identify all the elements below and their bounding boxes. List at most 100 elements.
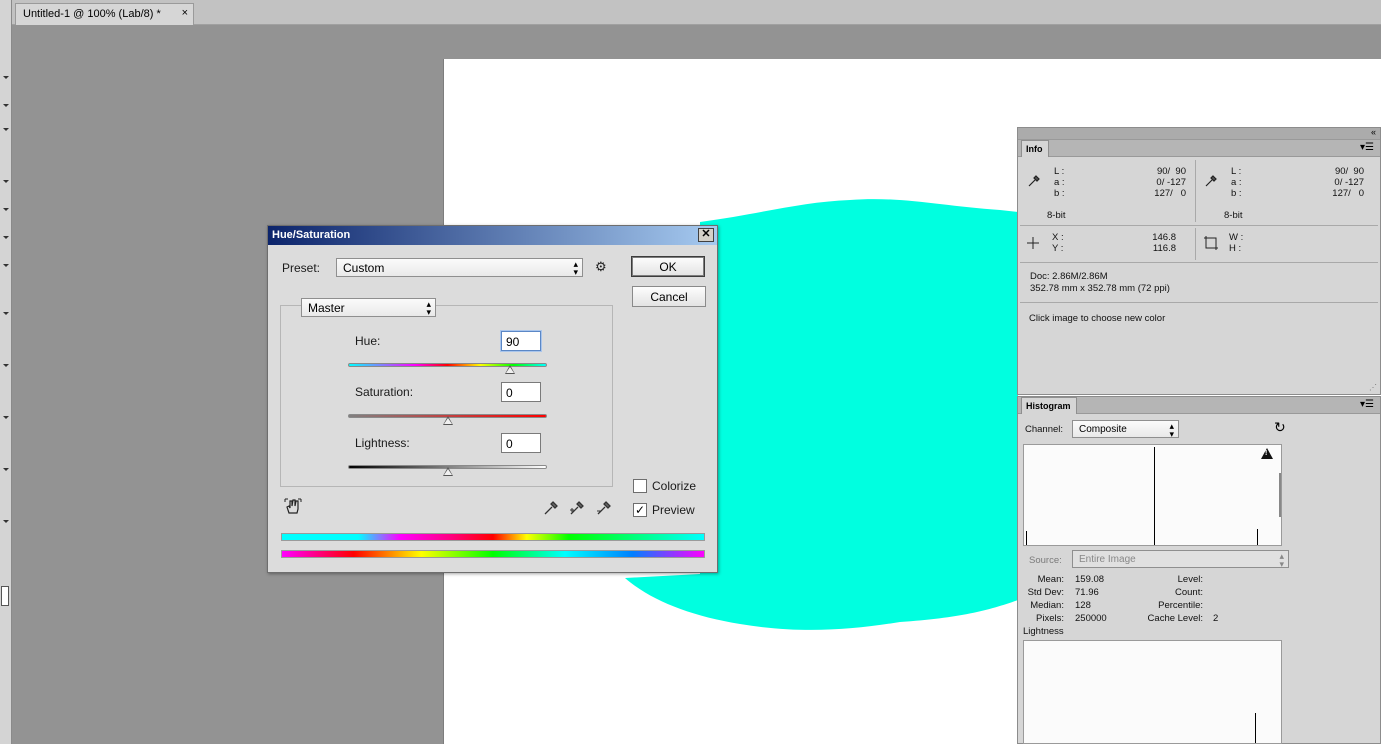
- crosshair-icon: [1027, 237, 1039, 249]
- divider: [1020, 302, 1378, 303]
- histogram-source-select: Entire Image ▴ ▾: [1072, 550, 1289, 569]
- info-y-value: 116.8: [1152, 243, 1176, 254]
- lightness-input[interactable]: 0: [501, 433, 541, 453]
- divider: [1195, 160, 1196, 222]
- cancel-button[interactable]: Cancel: [632, 286, 706, 307]
- median-value: 128: [1075, 600, 1091, 611]
- histogram-graph: !: [1023, 444, 1282, 546]
- eyedropper-subtract-icon[interactable]: [595, 499, 613, 517]
- cache-level-label: Cache Level:: [1147, 613, 1203, 624]
- info-tab-strip: Info ▾☰: [1018, 140, 1380, 157]
- std-dev-value: 71.96: [1075, 587, 1099, 598]
- original-color-bar: [281, 550, 705, 558]
- tab-info[interactable]: Info: [1021, 140, 1049, 157]
- saturation-input[interactable]: 0: [501, 382, 541, 402]
- histogram-panel: Histogram ▾☰ Channel: Composite ▴ ▾ ↻ ! S…: [1017, 396, 1381, 744]
- mean-value: 159.08: [1075, 574, 1105, 585]
- preset-label: Preset:: [282, 261, 321, 275]
- hue-slider-track[interactable]: [348, 363, 547, 367]
- doc-dimensions: 352.78 mm x 352.78 mm (72 ppi): [1030, 283, 1170, 294]
- warning-glyph: !: [1265, 450, 1268, 457]
- info-y-label: Y :: [1052, 243, 1064, 254]
- histogram-channel-select[interactable]: Composite ▴ ▾: [1072, 420, 1179, 439]
- panel-menu-icon[interactable]: ▾☰: [1360, 399, 1374, 410]
- panel-menu-icon[interactable]: ▾☰: [1360, 142, 1374, 153]
- info-a-value: 0/ -127: [1156, 177, 1186, 188]
- pixels-value: 250000: [1075, 613, 1107, 624]
- hue-input[interactable]: 90: [501, 331, 541, 351]
- updown-arrow-icon: ▴ ▾: [1169, 421, 1174, 439]
- preset-value: Custom: [343, 261, 385, 275]
- panel-header: «: [1018, 127, 1380, 140]
- info-a-label: a :: [1231, 177, 1242, 188]
- tab-histogram[interactable]: Histogram: [1021, 397, 1077, 414]
- dialog-titlebar[interactable]: Hue/Saturation ✕: [268, 226, 717, 245]
- lightness-histogram-graph: [1023, 640, 1282, 744]
- dialog-title: Hue/Saturation: [272, 229, 351, 241]
- divider: [1195, 228, 1196, 260]
- median-label: Median:: [1030, 600, 1064, 611]
- channel-select[interactable]: Master ▴ ▾: [301, 298, 436, 317]
- resize-grip-icon[interactable]: ⋰: [1369, 383, 1377, 392]
- targeted-adjustment-hand-icon[interactable]: [283, 497, 303, 517]
- info-x-label: X :: [1052, 232, 1064, 243]
- mean-label: Mean:: [1037, 574, 1064, 585]
- std-dev-label: Std Dev:: [1027, 587, 1064, 598]
- info-a-label: a :: [1054, 177, 1065, 188]
- colorize-checkbox[interactable]: [633, 479, 647, 493]
- histogram-bar: [1026, 531, 1027, 545]
- close-icon[interactable]: ✕: [698, 228, 714, 242]
- preview-checkbox[interactable]: ✓: [633, 503, 647, 517]
- info-a-value: 0/ -127: [1334, 177, 1364, 188]
- channel-label: Channel:: [1025, 424, 1064, 435]
- colorize-label: Colorize: [652, 479, 697, 493]
- adjustment-group: [280, 305, 613, 487]
- percentile-label: Percentile:: [1158, 600, 1203, 611]
- info-l-value: 90/ 90: [1156, 166, 1186, 177]
- histogram-bar: [1255, 713, 1256, 743]
- info-x-value: 146.8: [1152, 232, 1176, 243]
- info-l-value: 90/ 90: [1334, 166, 1364, 177]
- info-l-label: L :: [1231, 166, 1242, 177]
- lightness-slider-thumb[interactable]: [442, 467, 453, 476]
- hue-label: Hue:: [355, 334, 381, 348]
- saturation-slider-thumb[interactable]: [442, 416, 453, 425]
- info-bit-depth: 8-bit: [1047, 210, 1066, 221]
- info-bit-depth: 8-bit: [1224, 210, 1243, 221]
- info-w-label: W :: [1229, 232, 1244, 243]
- hue-slider-thumb[interactable]: [505, 365, 516, 374]
- ok-button[interactable]: OK: [631, 256, 705, 277]
- count-label: Count:: [1175, 587, 1203, 598]
- adjusted-color-bar: [281, 533, 705, 541]
- pixels-label: Pixels:: [1036, 613, 1064, 624]
- lightness-channel-label: Lightness: [1023, 626, 1064, 637]
- doc-size: Doc: 2.86M/2.86M: [1030, 271, 1108, 282]
- cache-level-value: 2: [1213, 613, 1219, 624]
- histogram-scroll[interactable]: [1279, 473, 1281, 517]
- refresh-icon[interactable]: ↻: [1274, 419, 1286, 436]
- hue-saturation-dialog: Hue/Saturation ✕ Preset: Custom ▴ ▾ ⚙ OK …: [267, 225, 718, 573]
- collapse-icon[interactable]: «: [1371, 127, 1376, 137]
- divider: [1020, 262, 1378, 263]
- eyedropper-add-icon[interactable]: [568, 499, 586, 517]
- info-b-label: b :: [1054, 188, 1065, 199]
- histogram-channel-value: Composite: [1079, 424, 1127, 435]
- level-label: Level:: [1177, 574, 1203, 585]
- info-h-label: H :: [1229, 243, 1242, 254]
- source-label: Source:: [1029, 555, 1062, 566]
- preview-label: Preview: [652, 503, 695, 517]
- eyedropper-icon: [1028, 175, 1040, 187]
- info-panel: « Info ▾☰ L : a : b : 90/ 90 0/ -127 127…: [1017, 127, 1381, 395]
- preset-select[interactable]: Custom ▴ ▾: [336, 258, 583, 277]
- updown-arrow-icon: ▴ ▾: [1279, 551, 1284, 569]
- info-b-value: 127/ 0: [1154, 188, 1186, 199]
- histogram-bar: [1257, 529, 1258, 545]
- info-b-label: b :: [1231, 188, 1242, 199]
- eyedropper-icon: [1205, 175, 1217, 187]
- histogram-tab-strip: Histogram ▾☰: [1018, 397, 1380, 414]
- saturation-label: Saturation:: [355, 385, 414, 399]
- updown-arrow-icon: ▴ ▾: [573, 259, 578, 277]
- divider: [1020, 225, 1378, 226]
- eyedropper-icon[interactable]: [542, 499, 560, 517]
- gear-icon[interactable]: ⚙: [595, 260, 607, 274]
